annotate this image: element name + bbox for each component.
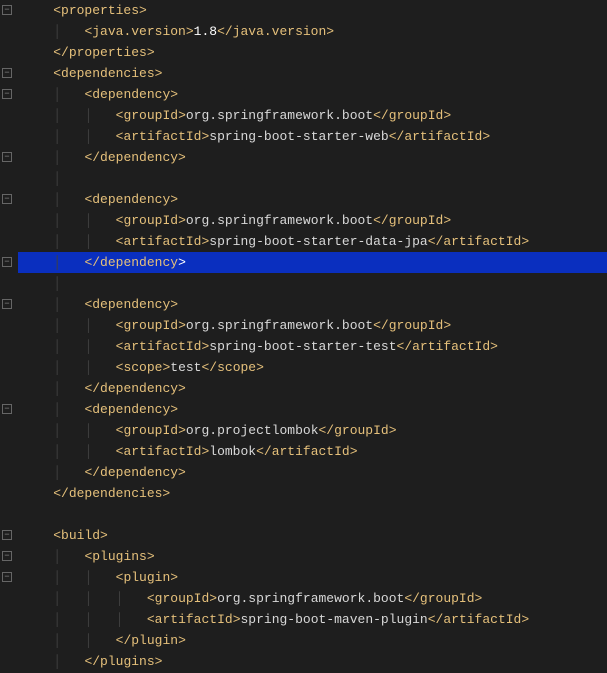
token: </artifactId> [397,339,498,354]
token: <plugin> [116,570,178,585]
token: <artifactId> [116,234,210,249]
token: <artifactId> [116,339,210,354]
code-line[interactable]: │ </dependency> [18,252,607,273]
token: </plugin> [116,633,186,648]
code-line[interactable] [18,504,607,525]
token: <properties> [53,3,147,18]
token: </groupId> [319,423,397,438]
code-line[interactable]: │ │ │ <artifactId>spring-boot-maven-plug… [18,609,607,630]
token: org.springframework.boot [186,108,373,123]
token: </groupId> [373,108,451,123]
code-line[interactable]: │ <java.version>1.8</java.version> [18,21,607,42]
token: <dependency> [84,402,178,417]
code-line[interactable]: </properties> [18,42,607,63]
code-line[interactable]: │ │ │ <groupId>org.springframework.boot<… [18,588,607,609]
token: <groupId> [116,423,186,438]
code-line[interactable]: │ <dependency> [18,84,607,105]
code-line[interactable]: <dependencies> [18,63,607,84]
code-line[interactable]: │ </dependency> [18,378,607,399]
token: </dependencies> [53,486,170,501]
fold-toggle-icon[interactable] [2,89,12,99]
token: </scope> [201,360,263,375]
code-line[interactable]: │ │ <groupId>org.springframework.boot</g… [18,105,607,126]
code-line[interactable]: │ <dependency> [18,189,607,210]
token: spring-boot-starter-test [209,339,396,354]
token: <dependency> [84,192,178,207]
token: <dependencies> [53,66,162,81]
token: </plugins> [84,654,162,669]
code-line[interactable]: │ <dependency> [18,399,607,420]
code-line[interactable]: │ <plugins> [18,546,607,567]
token: spring-boot-starter-web [209,129,388,144]
code-line[interactable]: │ </dependency> [18,462,607,483]
fold-toggle-icon[interactable] [2,404,12,414]
code-line[interactable]: │ │ <groupId>org.projectlombok</groupId> [18,420,607,441]
code-line[interactable]: │ │ <plugin> [18,567,607,588]
fold-toggle-icon[interactable] [2,530,12,540]
fold-toggle-icon[interactable] [2,299,12,309]
token: org.springframework.boot [217,591,404,606]
fold-toggle-icon[interactable] [2,194,12,204]
token: </dependency> [84,381,185,396]
token: <plugins> [84,549,154,564]
token: </artifactId> [428,234,529,249]
code-line[interactable]: │ │ <groupId>org.springframework.boot</g… [18,210,607,231]
code-editor[interactable]: <properties> │ <java.version>1.8</java.v… [18,0,607,673]
fold-toggle-icon[interactable] [2,551,12,561]
fold-toggle-icon[interactable] [2,5,12,15]
fold-toggle-icon[interactable] [2,572,12,582]
code-line[interactable]: </dependencies> [18,483,607,504]
token: 1.8 [194,24,217,39]
token: test [170,360,201,375]
fold-toggle-icon[interactable] [2,257,12,267]
token: <java.version> [84,24,193,39]
fold-toggle-icon[interactable] [2,152,12,162]
token: org.springframework.boot [186,318,373,333]
token: </dependency [84,255,178,270]
token: <groupId> [116,213,186,228]
code-line[interactable]: │ [18,168,607,189]
token: <groupId> [147,591,217,606]
token: </groupId> [373,318,451,333]
token: </dependency> [84,150,185,165]
token: spring-boot-maven-plugin [241,612,428,627]
token: <groupId> [116,318,186,333]
code-line[interactable]: │ </plugins> [18,651,607,672]
token: <artifactId> [116,444,210,459]
token: </artifactId> [256,444,357,459]
token: lombok [209,444,256,459]
code-line[interactable]: <build> [18,525,607,546]
token: <groupId> [116,108,186,123]
token: <dependency> [84,297,178,312]
token: <artifactId> [147,612,241,627]
code-line[interactable]: │ </dependency> [18,147,607,168]
code-line[interactable]: │ │ <artifactId>lombok</artifactId> [18,441,607,462]
token: </artifactId> [428,612,529,627]
code-line[interactable]: │ <dependency> [18,294,607,315]
code-line[interactable]: │ [18,273,607,294]
code-line[interactable]: │ │ <groupId>org.springframework.boot</g… [18,315,607,336]
token: </groupId> [404,591,482,606]
fold-gutter [0,0,18,673]
code-line[interactable]: │ │ <scope>test</scope> [18,357,607,378]
token: org.springframework.boot [186,213,373,228]
token: org.projectlombok [186,423,319,438]
token: </properties> [53,45,154,60]
token: spring-boot-starter-data-jpa [209,234,427,249]
token: </java.version> [217,24,334,39]
token: <build> [53,528,108,543]
code-line[interactable]: │ │ <artifactId>spring-boot-starter-data… [18,231,607,252]
token: <artifactId> [116,129,210,144]
code-line[interactable]: <properties> [18,0,607,21]
code-line[interactable]: │ │ <artifactId>spring-boot-starter-test… [18,336,607,357]
token: > [178,255,186,270]
token: </dependency> [84,465,185,480]
code-line[interactable]: │ │ <artifactId>spring-boot-starter-web<… [18,126,607,147]
token: </artifactId> [389,129,490,144]
fold-toggle-icon[interactable] [2,68,12,78]
code-line[interactable]: │ │ </plugin> [18,630,607,651]
token: <dependency> [84,87,178,102]
token: <scope> [116,360,171,375]
token: </groupId> [373,213,451,228]
